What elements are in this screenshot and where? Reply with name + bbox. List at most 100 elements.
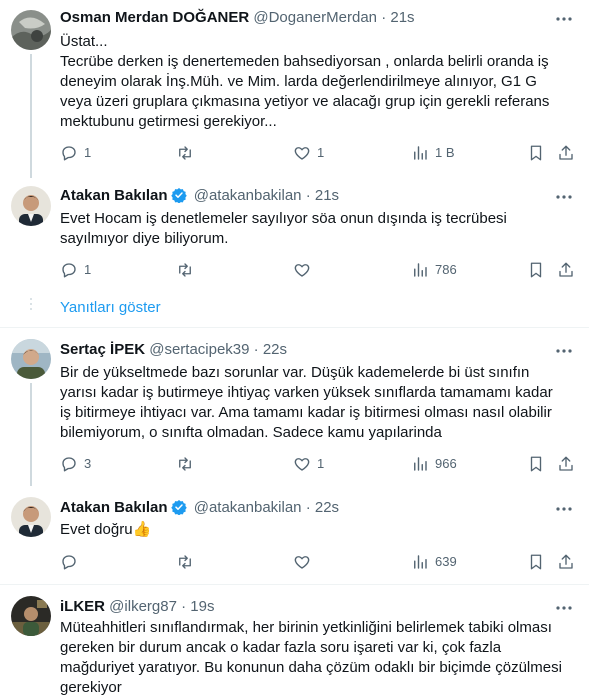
bookmark-icon [530,554,542,570]
bookmark-icon [530,456,542,472]
heart-icon [294,264,310,277]
like-button[interactable] [293,552,317,572]
views-button[interactable]: 1 B [411,143,455,163]
author-handle[interactable]: @ilkerg87 [109,598,177,615]
share-button[interactable] [557,143,575,163]
reply-count: 1 [84,262,92,277]
more-options-icon[interactable] [555,188,573,206]
share-icon [559,456,573,471]
retweet-icon [179,555,191,569]
retweet-icon [179,263,191,277]
avatar[interactable] [11,339,51,379]
bookmark-button[interactable] [527,552,545,572]
tweet-text: Evet doğru👍 [60,520,575,540]
retweet-button[interactable] [176,260,200,280]
tweet-text-line: gerekiyor [60,679,122,696]
tweet[interactable]: Atakan Bakılan @atakanbakilan · 22s Evet… [0,486,589,584]
views-chart-icon [414,146,427,160]
avatar[interactable] [11,596,51,636]
author-handle[interactable]: @sertacipek39 [149,341,249,358]
avatar[interactable] [11,497,51,537]
bookmark-button[interactable] [527,143,545,163]
thread-line [30,383,32,486]
tweet-header: Atakan Bakılan @atakanbakilan · 22s [60,498,339,518]
view-count: 639 [435,554,457,569]
like-count: 1 [317,456,325,471]
verified-badge-icon [170,188,187,203]
timestamp[interactable]: 19s [190,598,214,615]
tweet-text-line: yarısı kadar iş butirmeye ihtiyaç varken… [60,384,553,401]
tweet-header: iLKER @ilkerg87 · 19s [60,597,214,617]
tweet-text: Bir de yükseltmede bazı sorunlar var. Dü… [60,363,575,443]
more-options-icon[interactable] [555,500,573,518]
tweet-text-line: sayılmıyor diye biliyorum. [60,230,229,247]
separator: · [381,9,387,26]
tweet-header: Sertaç İPEK @sertacipek39 · 22s [60,340,287,360]
show-replies-link[interactable]: Yanıtları göster [60,299,161,316]
views-button[interactable]: 786 [411,260,457,280]
timestamp[interactable]: 21s [315,187,339,204]
author-name[interactable]: Osman Merdan DOĞANER [60,9,249,26]
retweet-button[interactable] [176,143,200,163]
tweet-actions: 1 786 [60,260,580,280]
author-handle[interactable]: @DoganerMerdan [253,9,377,26]
author-name[interactable]: iLKER [60,598,105,615]
reply-icon [62,555,76,570]
retweet-button[interactable] [176,552,200,572]
tweet[interactable]: Sertaç İPEK @sertacipek39 · 22s Bir de y… [0,328,589,486]
tweet-text-line: mağduriyet yaratıyor. Bu konunun daha çö… [60,659,562,676]
tweet[interactable]: Osman Merdan DOĞANER @DoganerMerdan · 21… [0,0,589,178]
reply-button[interactable]: 1 [60,260,91,280]
share-button[interactable] [557,552,575,572]
timestamp[interactable]: 21s [390,9,414,26]
views-button[interactable]: 966 [411,454,457,474]
like-button[interactable]: 1 [293,143,324,163]
bookmark-icon [530,145,542,161]
retweet-button[interactable] [176,454,200,474]
like-button[interactable] [293,260,317,280]
views-button[interactable]: 639 [411,552,457,572]
avatar[interactable] [11,10,51,50]
view-count: 1 B [435,145,455,160]
tweet-text: Evet Hocam iş denetlemeler sayılıyor söa… [60,209,575,249]
timestamp[interactable]: 22s [315,499,339,516]
reply-icon [62,146,76,161]
tweet-text-line: Evet Hocam iş denetlemeler sayılıyor söa… [60,210,507,227]
timestamp[interactable]: 22s [263,341,287,358]
retweet-icon [179,457,191,471]
heart-icon [294,458,310,471]
like-button[interactable]: 1 [293,454,324,474]
tweet-text-line: veya üzeri gruplara çıkmasına yetiyor ve… [60,93,550,110]
tweet-text-line: Müteahhitleri sınıflandırmak, her birini… [60,619,552,636]
view-count: 966 [435,456,457,471]
heart-icon [294,556,310,569]
like-count: 1 [317,145,325,160]
tweet-header: Atakan Bakılan @atakanbakilan · 21s [60,186,339,206]
more-options-icon[interactable] [555,10,573,28]
author-name[interactable]: Atakan Bakılan [60,499,168,516]
tweet-text-line: Üstat... [60,33,108,50]
separator: · [305,499,311,516]
author-handle[interactable]: @atakanbakilan [194,187,302,204]
share-button[interactable] [557,260,575,280]
avatar[interactable] [11,186,51,226]
tweet[interactable]: iLKER @ilkerg87 · 19s Müteahhitleri sını… [0,585,589,696]
tweet-actions: 3 1 966 [60,454,580,474]
reply-count: 3 [84,456,92,471]
reply-button[interactable] [60,552,84,572]
separator: · [305,187,311,204]
share-button[interactable] [557,454,575,474]
more-options-icon[interactable] [555,342,573,360]
more-options-icon[interactable] [555,599,573,617]
reply-button[interactable]: 1 [60,143,91,163]
tweet-text-line: Bir de yükseltmede bazı sorunlar var. Dü… [60,364,530,381]
bookmark-button[interactable] [527,260,545,280]
author-name[interactable]: Atakan Bakılan [60,187,168,204]
author-handle[interactable]: @atakanbakilan [194,499,302,516]
bookmark-button[interactable] [527,454,545,474]
author-name[interactable]: Sertaç İPEK [60,341,145,358]
reply-button[interactable]: 3 [60,454,91,474]
share-icon [559,262,573,277]
tweet-text-line: mektubunu getirmesi gerekiyor... [60,113,277,130]
tweet[interactable]: Atakan Bakılan @atakanbakilan · 21s Evet… [0,178,589,290]
